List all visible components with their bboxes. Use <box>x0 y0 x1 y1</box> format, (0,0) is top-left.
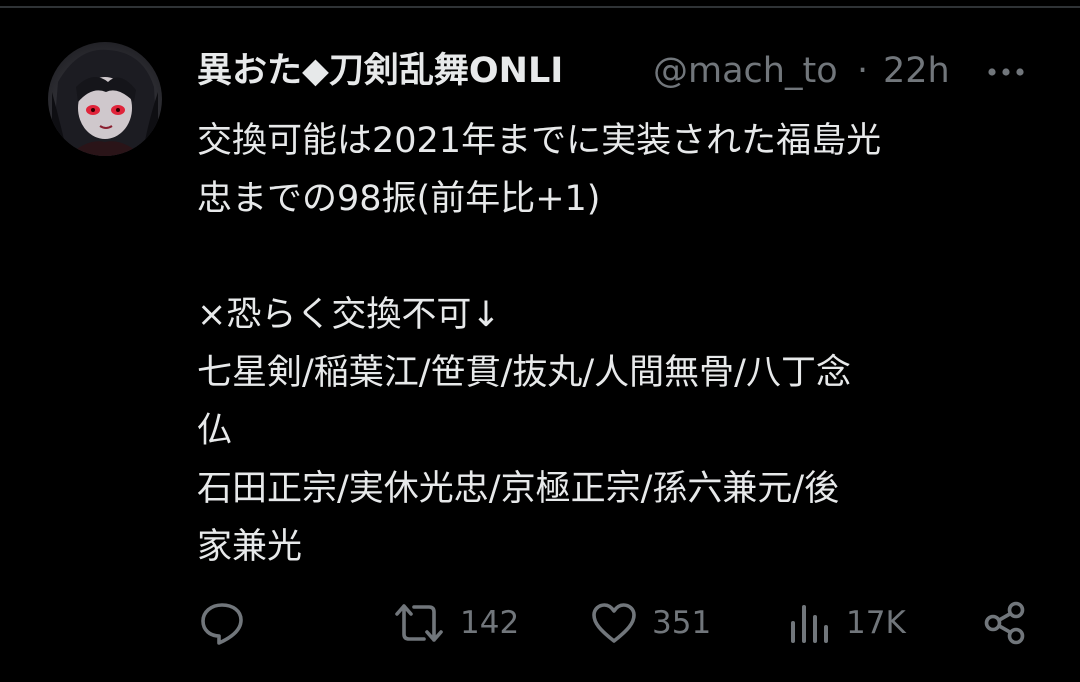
reply-button[interactable] <box>198 595 246 651</box>
heart-icon <box>592 603 636 643</box>
tweet-line: 忠までの98振(前年比+1) <box>197 179 601 219</box>
like-button[interactable]: 351 <box>590 595 711 651</box>
display-name[interactable]: 異おた◆刀剣乱舞ONLI <box>197 48 639 94</box>
top-divider <box>0 6 1080 8</box>
tweet-text: 交換可能は2021年までに実装された福島光 忠までの98振(前年比+1) ×恐ら… <box>197 112 1037 576</box>
tweet-line: 七星剣/稲葉江/笹貫/抜丸/人間無骨/八丁念 <box>197 353 851 393</box>
tweet-line: ×恐らく交換不可↓ <box>197 295 501 335</box>
user-handle[interactable]: @mach_to <box>653 48 838 94</box>
views-button[interactable]: 17K <box>788 595 906 651</box>
tweet-blank-line <box>197 228 1037 286</box>
avatar[interactable] <box>48 42 162 156</box>
timestamp[interactable]: 22h <box>883 48 950 94</box>
views-icon <box>791 605 828 643</box>
separator-dot: · <box>857 51 869 91</box>
tweet-line: 石田正宗/実休光忠/京極正宗/孫六兼元/後 <box>197 469 840 509</box>
action-bar: 142 351 17K <box>0 595 1080 651</box>
tweet-line: 仏 <box>197 411 233 451</box>
tweet-header: 異おた◆刀剣乱舞ONLI @mach_to · 22h <box>197 48 1037 96</box>
retweet-button[interactable]: 142 <box>392 595 519 651</box>
share-button[interactable] <box>982 595 1028 651</box>
tweet-line: 家兼光 <box>197 527 303 567</box>
more-icon[interactable] <box>985 60 1027 84</box>
retweet-count: 142 <box>460 605 520 641</box>
avatar-image <box>52 49 158 156</box>
like-count: 351 <box>652 605 712 641</box>
reply-icon <box>201 603 243 645</box>
tweet-line: 交換可能は2021年までに実装された福島光 <box>197 121 882 161</box>
share-icon <box>984 601 1025 645</box>
views-count: 17K <box>846 605 906 641</box>
retweet-icon <box>395 604 443 642</box>
